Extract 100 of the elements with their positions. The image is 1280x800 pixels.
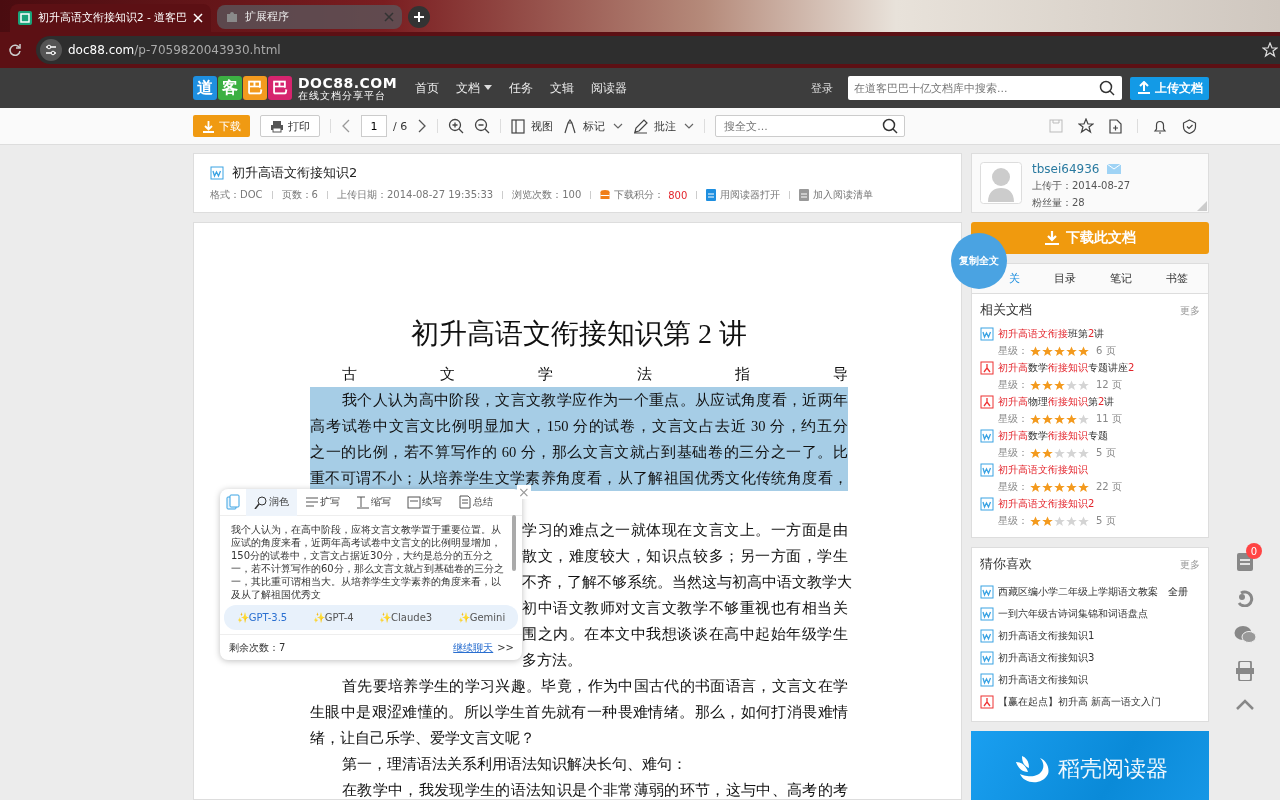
magnifier-icon <box>254 495 268 509</box>
search-field[interactable]: 搜全文... <box>715 115 906 137</box>
document-link[interactable]: 初升高数学衔接知识专题讲座2 <box>998 361 1135 375</box>
view-button[interactable]: 视图 <box>511 118 554 134</box>
document-link[interactable]: 初升高语文衔接知识 <box>998 673 1088 687</box>
star-icon <box>1054 481 1065 493</box>
zoom-in-icon <box>448 118 465 134</box>
star-icon <box>1066 345 1077 357</box>
star-icon <box>1066 413 1077 425</box>
site-favicon-icon <box>18 11 32 25</box>
nav-link[interactable]: 首页 <box>415 79 440 97</box>
nav-link[interactable]: 文档 <box>456 79 493 97</box>
model-option[interactable]: ✨GPT-4 <box>312 612 354 623</box>
nav-link[interactable]: 任务 <box>509 79 534 97</box>
star-icon <box>1054 515 1065 527</box>
star-icon <box>1042 345 1053 357</box>
document-link[interactable]: 一到六年级古诗词集锦和词语盘点 <box>998 607 1148 621</box>
document-link[interactable]: 初升高物理衔接知识第2讲 <box>998 395 1115 409</box>
search-field[interactable]: 在道客巴巴十亿文档库中搜索... <box>848 76 1122 100</box>
annotate-button[interactable]: 批注 <box>633 118 677 134</box>
printer-icon <box>270 119 284 133</box>
document-link[interactable]: 【赢在起点】初升高 新高一语文入门 <box>998 695 1162 709</box>
download-icon <box>1044 230 1060 246</box>
uploader-name[interactable]: tbsei64936 <box>1032 162 1100 176</box>
text-line: 学习的难点之一就体现在文言文上。一方面是由 <box>522 521 848 540</box>
add-document-icon <box>1109 118 1122 134</box>
page-lines-icon <box>458 495 472 509</box>
rating-label: 星级： <box>998 344 1028 358</box>
banner-text: 稻壳阅读器 <box>1058 754 1168 783</box>
meta-text: 上传日期：2014-08-27 19:35:33 <box>336 188 494 202</box>
star-icon <box>1078 481 1089 493</box>
new-tab-icon <box>408 6 431 28</box>
print-button[interactable]: 打印 <box>260 115 320 137</box>
login-link[interactable]: 登录 <box>811 80 833 96</box>
zoom-out-icon <box>474 118 491 134</box>
document-link[interactable]: 西藏区编小学二年级上学期语文教案 全册 <box>998 585 1188 599</box>
continue-chat-link[interactable]: 继续聊天 <box>453 641 494 653</box>
lines-icon <box>305 495 319 509</box>
rating-label: 星级： <box>998 378 1028 392</box>
rating-label: 星级： <box>998 412 1028 426</box>
meta-text: 格式：DOC <box>210 188 263 202</box>
tool-tab[interactable]: 扩写 <box>297 489 348 516</box>
document-link[interactable]: 初升高数学衔接知识专题 <box>998 429 1108 443</box>
pen-icon <box>633 118 649 134</box>
side-tab[interactable]: 目录 <box>1054 268 1076 289</box>
mail-icon <box>1107 164 1122 174</box>
follower-count: 粉丝量：28 <box>1032 196 1086 210</box>
document-link[interactable]: 初升高语文衔接知识 <box>998 463 1088 477</box>
star-icon <box>1030 379 1041 391</box>
star-icon <box>1054 345 1065 357</box>
window-icon <box>407 495 421 509</box>
url-path: /p-7059820043930.html <box>134 43 282 57</box>
document-link[interactable]: 初升高语文衔接知识1 <box>998 629 1095 643</box>
browser-tab[interactable]: 初升高语文衔接知识2 - 道客巴 <box>10 4 212 32</box>
document-link[interactable]: 初升高语文衔接知识2 <box>998 497 1095 511</box>
address-bar[interactable]: doc88.com/p-7059820043930.html <box>36 36 1280 64</box>
text-line: 初中语文教师对文言文教学不够重视也有相当关 <box>522 599 848 618</box>
star-icon <box>1030 515 1041 527</box>
model-option[interactable]: ✨Claude3 <box>379 612 433 623</box>
text-line: 散文，难度较大，知识点较多；另一方面，学生 <box>522 547 848 566</box>
side-tab[interactable]: 笔记 <box>1110 268 1132 289</box>
model-option[interactable]: ✨GPT-3.5 <box>236 612 288 623</box>
browser-tab[interactable]: 扩展程序 <box>217 5 403 29</box>
tool-tab[interactable]: 润色 <box>246 489 297 516</box>
search-icon <box>882 118 899 134</box>
tool-tab[interactable]: 总结 <box>450 489 501 516</box>
nav-link[interactable]: 阅读器 <box>591 79 628 97</box>
model-option[interactable]: ✨Gemini <box>457 612 506 623</box>
back-to-top-icon <box>1236 699 1254 710</box>
rating-label: 星级： <box>998 514 1028 528</box>
bookmark-star-icon <box>1262 42 1278 58</box>
mark-button[interactable]: 标记 <box>563 118 606 134</box>
close-icon <box>384 12 395 22</box>
side-tab[interactable]: 书签 <box>1166 268 1188 289</box>
page-total: / 6 <box>393 119 408 133</box>
open-reader-link[interactable]: 用阅读器打开 <box>706 188 781 202</box>
reader-doc-icon <box>706 189 717 201</box>
caret-icon <box>484 85 493 91</box>
scrollbar-thumb[interactable] <box>512 515 516 571</box>
nav-link[interactable]: 文辑 <box>550 79 575 97</box>
star-icon <box>1042 447 1053 459</box>
rating-label: 星级： <box>998 480 1028 494</box>
close-icon <box>193 13 204 23</box>
word-file-icon <box>980 463 994 477</box>
star-icon <box>1066 379 1077 391</box>
page-number-field[interactable]: 1 <box>361 115 387 137</box>
shield-check-icon <box>1182 118 1197 134</box>
page-count: 5 页 <box>1096 446 1116 460</box>
word-file-icon <box>980 629 994 643</box>
document-link[interactable]: 初升高语文衔接知识3 <box>998 651 1095 665</box>
document-link[interactable]: 初升高语文衔接班第2讲 <box>998 327 1105 341</box>
tool-tab[interactable]: 续写 <box>399 489 450 516</box>
star-icon <box>1078 413 1089 425</box>
pdf-file-icon <box>980 695 994 709</box>
add-reading-list-link[interactable]: 加入阅读清单 <box>799 188 874 202</box>
points-value: 800 <box>668 189 688 201</box>
caret-icon <box>613 122 624 130</box>
star-icon <box>1054 447 1065 459</box>
star-icon <box>1066 447 1077 459</box>
tool-tab[interactable]: 缩写 <box>348 489 399 516</box>
